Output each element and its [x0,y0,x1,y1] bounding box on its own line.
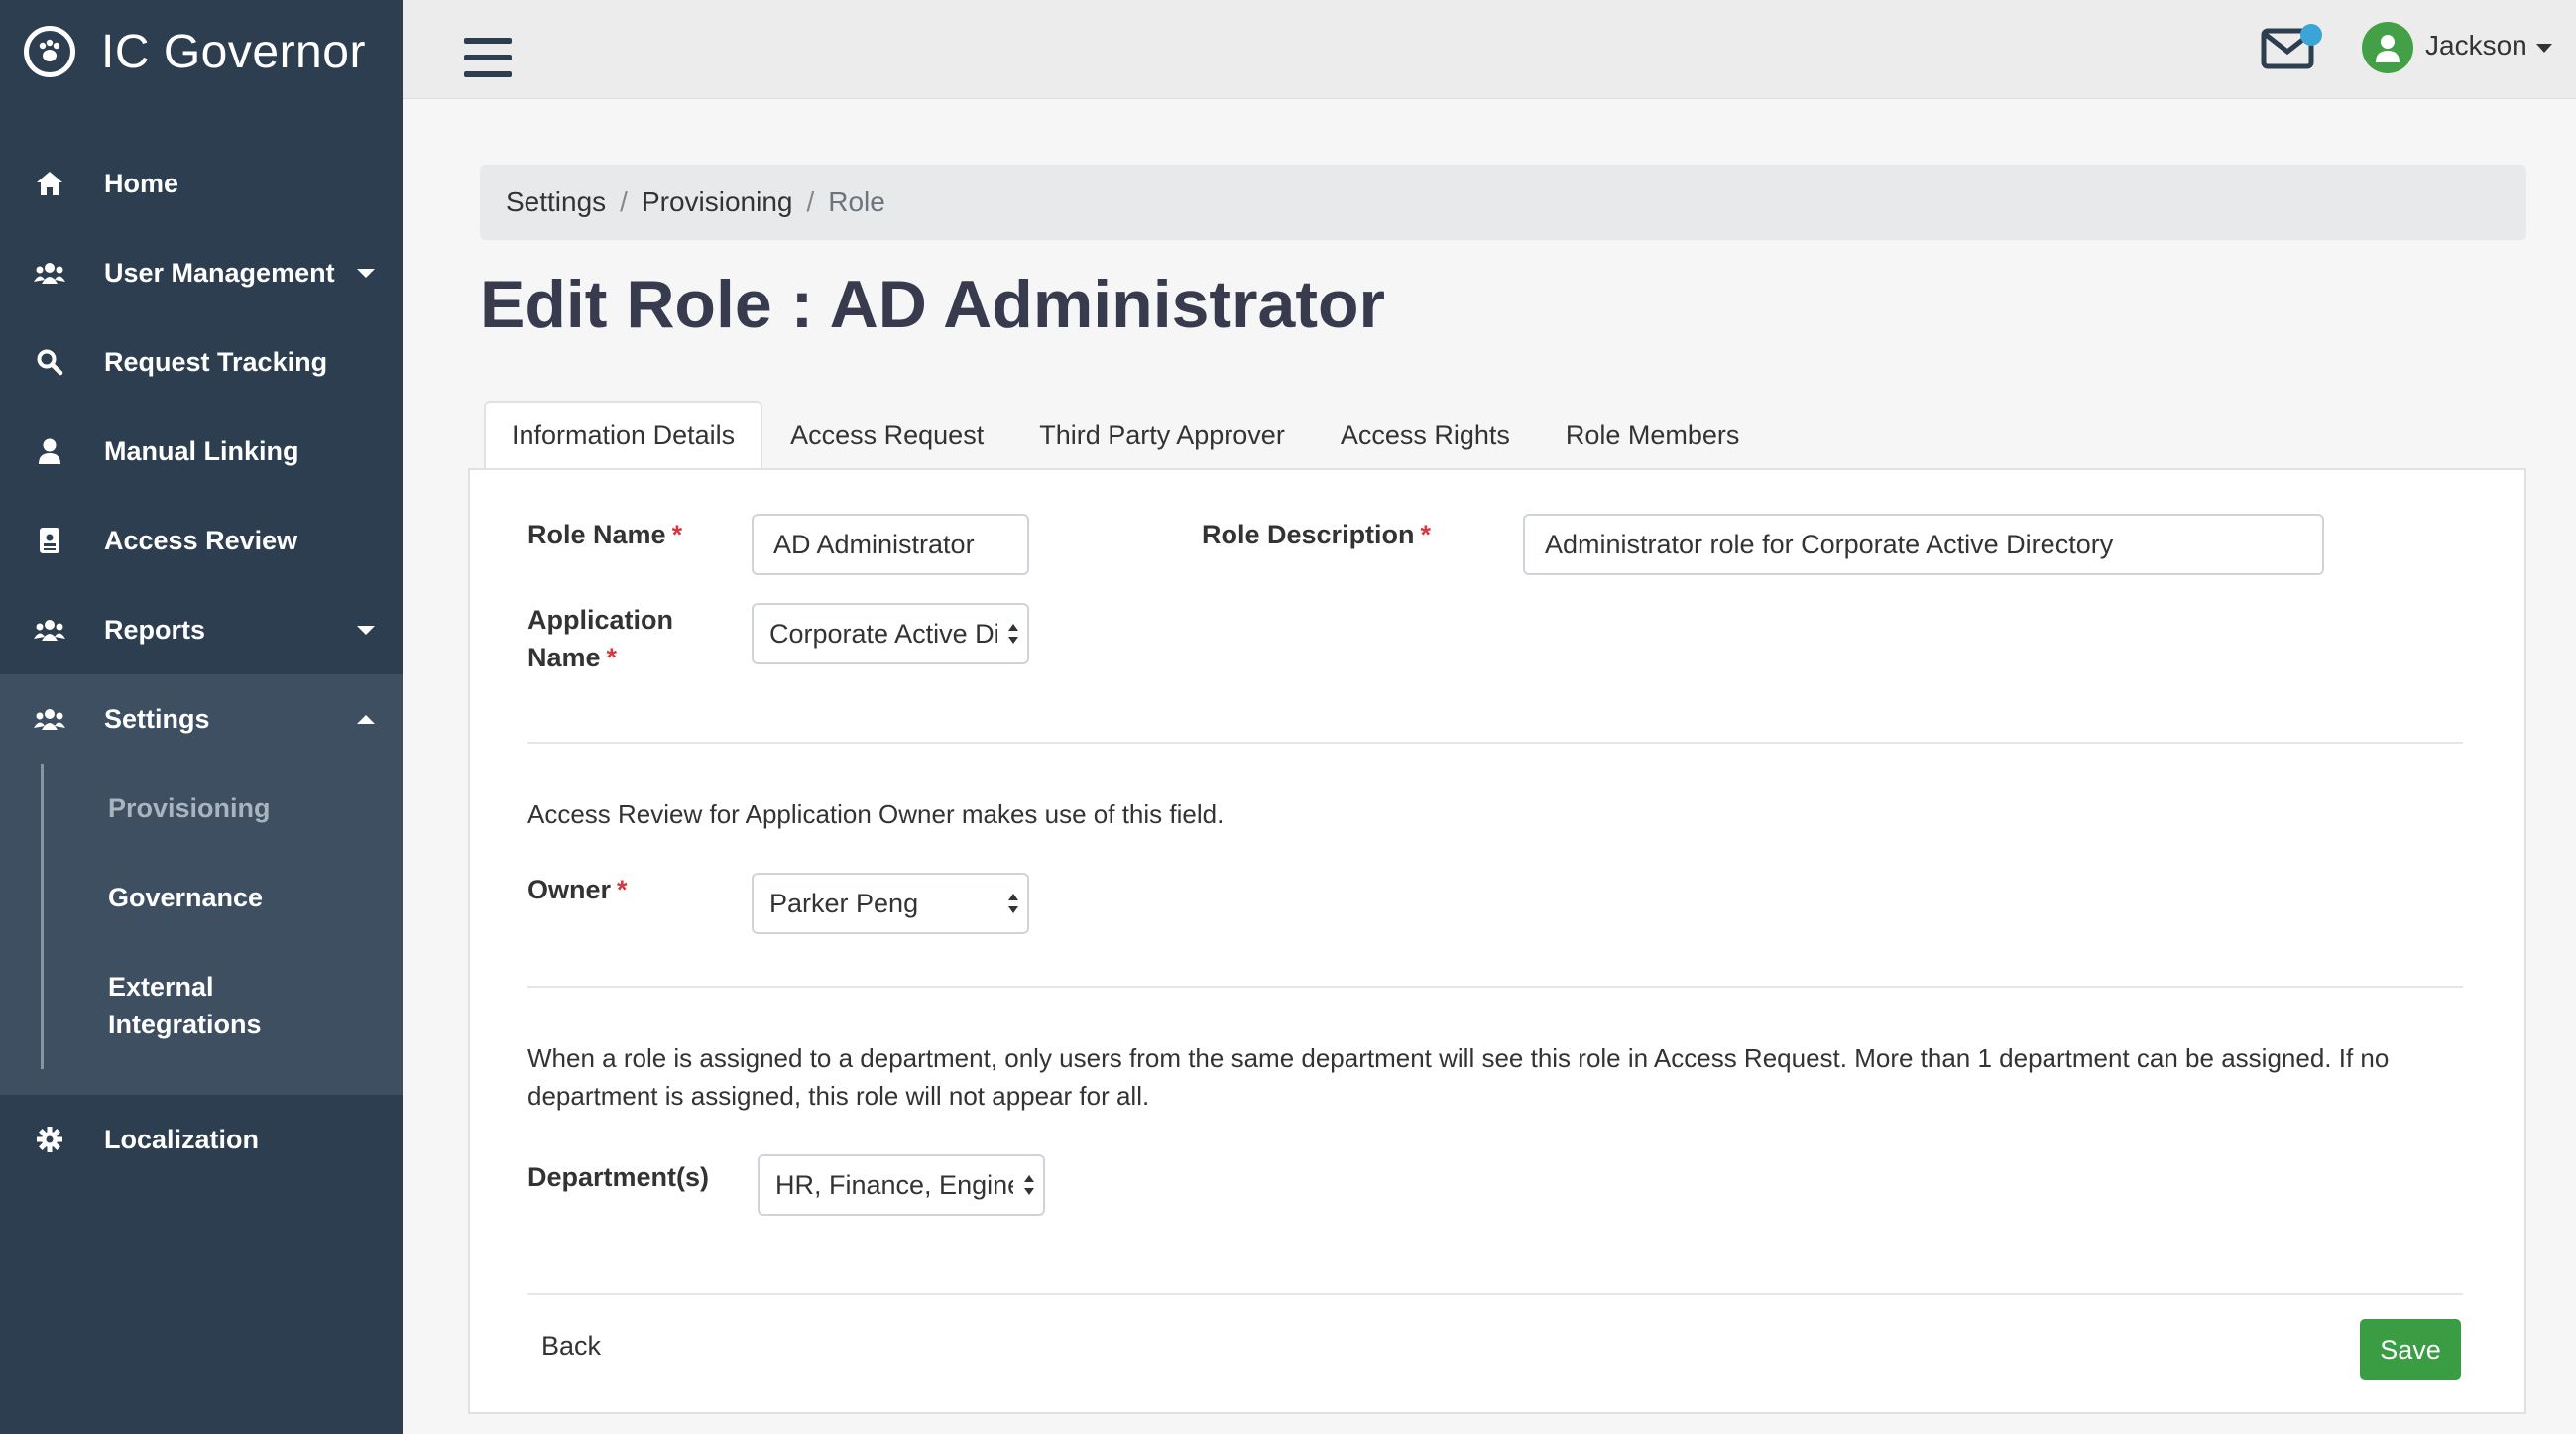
brand[interactable]: IC Governor [24,24,366,79]
sidebar-item-label: Manual Linking [104,435,299,466]
chevron-down-icon [357,268,375,278]
required-mark: * [617,875,628,904]
role-description-input[interactable]: Administrator role for Corporate Active … [1523,514,2324,575]
application-name-select[interactable]: Corporate Active Directory [752,603,1029,664]
role-description-label: Role Description * [1202,516,1431,553]
submenu-divider [41,764,44,1069]
gear-icon [30,1126,69,1153]
chevron-up-icon [357,714,375,724]
department-value: HR, Finance, Engineering [775,1169,1013,1200]
role-name-label: Role Name * [527,516,682,553]
menu-toggle-icon[interactable] [464,38,512,77]
tab-information-details[interactable]: Information Details [484,401,763,470]
sidebar-item-label: Settings [104,703,210,734]
role-description-label-text: Role Description [1202,520,1415,549]
role-form-card: Role Name * AD Administrator Role Descrip… [468,468,2526,1414]
sidebar-item-localization[interactable]: Localization [0,1095,403,1184]
user-menu-name[interactable]: Jackson [2425,30,2527,61]
department-note-line2: department is assigned, this role will n… [527,1081,1150,1111]
sidebar-item-manual-linking[interactable]: Manual Linking [0,407,403,496]
sidebar-item-reports[interactable]: Reports [0,585,403,674]
role-name-input[interactable]: AD Administrator [752,514,1029,575]
user-icon [30,437,69,465]
sidebar-item-user-management[interactable]: User Management [0,228,403,317]
breadcrumb: Settings / Provisioning / Role [480,165,2526,240]
users-icon [30,617,69,643]
sidebar-subitem-provisioning[interactable]: Provisioning [108,789,271,827]
id-card-icon [30,527,69,554]
select-arrows-icon [1024,1175,1034,1195]
sidebar-item-label: User Management [104,257,335,288]
owner-value: Parker Peng [769,888,919,918]
required-mark: * [1420,520,1432,549]
role-name-label-text: Role Name [527,520,666,549]
sidebar-item-home[interactable]: Home [0,139,403,228]
sidebar-item-label: Access Review [104,525,298,555]
tab-role-members[interactable]: Role Members [1538,401,1768,470]
application-name-label-line2: Name [527,643,601,672]
chevron-down-icon[interactable] [2536,44,2552,53]
sidebar-item-request-tracking[interactable]: Request Tracking [0,317,403,407]
save-button[interactable]: Save [2360,1319,2461,1380]
owner-label-text: Owner [527,875,612,904]
chevron-down-icon [357,625,375,635]
page-title: Edit Role : AD Administrator [480,267,1385,342]
paw-logo-icon [24,26,75,77]
breadcrumb-separator: / [806,186,815,217]
sidebar-item-label: Reports [104,614,206,645]
brand-name: IC Governor [101,25,366,78]
sidebar: IC Governor Home User Management Request… [0,0,403,1434]
department-label: Department(s) [527,1162,710,1192]
sidebar-item-settings[interactable]: Settings [0,674,403,764]
back-button[interactable]: Back [529,1323,613,1370]
application-name-label-line1: Application [527,605,673,635]
search-icon [30,348,69,376]
users-icon [30,260,69,286]
sidebar-subitem-external-integrations[interactable]: External Integrations [108,968,326,1043]
section-divider [527,1293,2463,1295]
breadcrumb-role: Role [828,186,885,217]
users-icon [30,706,69,732]
department-select[interactable]: HR, Finance, Engineering [758,1154,1045,1216]
department-note-line1: When a role is assigned to a department,… [527,1043,2390,1073]
sidebar-subitem-governance[interactable]: Governance [108,879,263,916]
required-mark: * [671,520,683,549]
owner-select[interactable]: Parker Peng [752,873,1029,934]
sidebar-item-access-review[interactable]: Access Review [0,496,403,585]
tab-access-request[interactable]: Access Request [762,401,1011,470]
notification-badge [2300,24,2322,46]
breadcrumb-provisioning[interactable]: Provisioning [642,186,793,218]
sidebar-item-label: Localization [104,1124,260,1154]
tab-access-rights[interactable]: Access Rights [1313,401,1538,470]
owner-note: Access Review for Application Owner make… [527,799,1225,829]
application-name-value: Corporate Active Directory [769,618,997,649]
section-divider [527,742,2463,744]
owner-label: Owner * [527,871,628,908]
section-divider [527,986,2463,988]
avatar[interactable] [2362,22,2413,73]
breadcrumb-settings[interactable]: Settings [506,186,606,218]
required-mark: * [606,643,618,672]
application-name-label: Application Name * [527,601,673,676]
breadcrumb-separator: / [620,186,628,217]
sidebar-item-label: Home [104,168,179,198]
home-icon [30,170,69,197]
sidebar-item-label: Request Tracking [104,346,328,377]
select-arrows-icon [1008,624,1018,644]
topbar [403,0,2576,99]
select-arrows-icon [1008,894,1018,913]
tab-bar: Information Details Access Request Third… [484,401,1767,470]
tab-third-party-approver[interactable]: Third Party Approver [1011,401,1313,470]
